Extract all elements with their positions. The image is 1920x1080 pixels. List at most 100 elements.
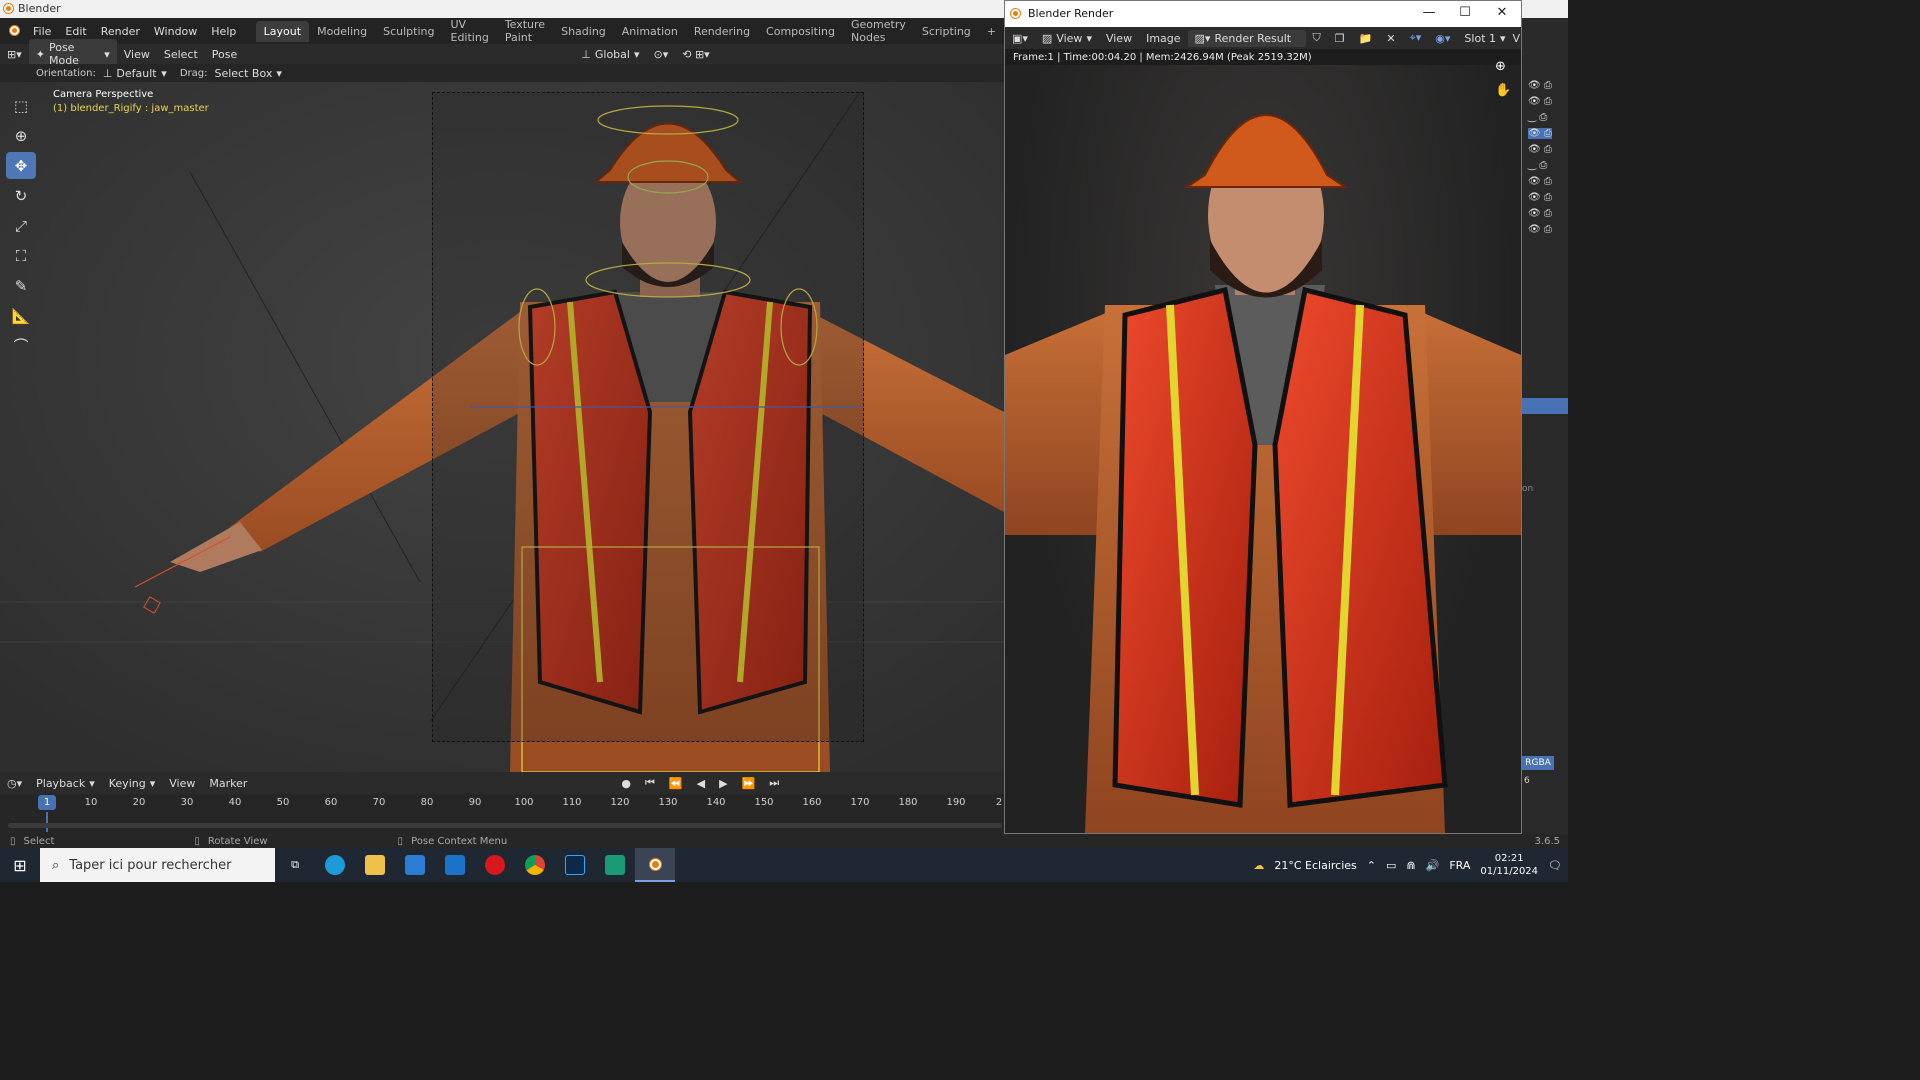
visibility-eye-icon[interactable]: 👁 ⎙ bbox=[1528, 176, 1552, 187]
select-box-tool-icon[interactable]: ⬚ bbox=[6, 92, 36, 119]
timeline-scrollbar[interactable] bbox=[8, 823, 1002, 828]
tab-scripting[interactable]: Scripting bbox=[914, 21, 979, 42]
chrome-icon[interactable] bbox=[515, 848, 555, 882]
rotate-tool-icon[interactable]: ↻ bbox=[6, 182, 36, 209]
notifications-icon[interactable]: 🗨 bbox=[1548, 859, 1562, 872]
volume-icon[interactable]: 🔊 bbox=[1426, 859, 1440, 872]
battery-icon[interactable]: ▭ bbox=[1386, 859, 1396, 872]
open-image-icon[interactable]: 📁 bbox=[1352, 30, 1380, 47]
mail-icon[interactable] bbox=[435, 848, 475, 882]
maximize-button[interactable]: ☐ bbox=[1451, 5, 1479, 20]
gizmo-toggle-icon[interactable]: ⌖▾ bbox=[1403, 29, 1429, 47]
language-indicator[interactable]: FRA bbox=[1449, 859, 1470, 872]
add-workspace-button[interactable]: + bbox=[979, 21, 1004, 42]
render-result-image[interactable] bbox=[1005, 65, 1521, 833]
file-explorer-icon[interactable] bbox=[355, 848, 395, 882]
menu-file[interactable]: File bbox=[26, 25, 58, 38]
play-reverse-icon[interactable]: ◀ bbox=[690, 775, 712, 792]
play-icon[interactable]: ▶ bbox=[712, 775, 734, 792]
tab-layout[interactable]: Layout bbox=[255, 20, 310, 42]
chevron-up-icon[interactable]: ⌃ bbox=[1367, 859, 1376, 872]
menu-timeline-view[interactable]: View bbox=[162, 775, 202, 792]
unlink-icon[interactable]: ✕ bbox=[1379, 30, 1402, 47]
scale-tool-icon[interactable]: ⤢ bbox=[6, 212, 36, 239]
visibility-eye-icon[interactable]: 👁 ⎙ bbox=[1528, 128, 1552, 139]
snap-toggle[interactable]: ⟲ ⊞▾ bbox=[675, 46, 716, 63]
visibility-eye-icon[interactable]: 👁 ⎙ bbox=[1528, 80, 1552, 91]
render-result-selector[interactable]: ▨▾ Render Result bbox=[1187, 29, 1306, 47]
minimize-button[interactable]: — bbox=[1415, 5, 1443, 20]
menu-select[interactable]: Select bbox=[157, 46, 205, 63]
close-button[interactable]: ✕ bbox=[1488, 5, 1516, 20]
visibility-eye-icon[interactable]: ‿ ⎙ bbox=[1528, 112, 1547, 123]
3d-viewport[interactable]: ⬚ ⊕ ✥ ↻ ⤢ ⛶ ✎ 📐 ⌒ Camera Perspective (1)… bbox=[0, 82, 1004, 772]
transform-orientation-dropdown[interactable]: ⊥ Global ▾ bbox=[574, 46, 646, 63]
tab-geometry-nodes[interactable]: Geometry Nodes bbox=[843, 14, 914, 48]
menu-playback[interactable]: Playback ▾ bbox=[29, 775, 102, 792]
blender-menu-icon[interactable] bbox=[0, 25, 26, 38]
visibility-eye-icon[interactable]: 👁 ⎙ bbox=[1528, 144, 1552, 155]
menu-image[interactable]: Image bbox=[1139, 30, 1187, 47]
visibility-eye-icon[interactable]: 👁 ⎙ bbox=[1528, 224, 1552, 235]
properties-active-row[interactable] bbox=[1522, 398, 1568, 414]
editor-type-icon[interactable]: ⊞▾ bbox=[0, 46, 29, 63]
blender-taskbar-icon[interactable] bbox=[635, 848, 675, 882]
network-icon[interactable]: ⋒ bbox=[1406, 859, 1415, 872]
pan-hand-icon[interactable]: ✋ bbox=[1495, 83, 1511, 98]
jump-end-icon[interactable]: ⏭ bbox=[762, 774, 786, 792]
render-window[interactable]: Blender Render — ☐ ✕ ▣▾ ▨ View ▾ View Im… bbox=[1004, 0, 1522, 834]
clock[interactable]: 02:21 01/11/2024 bbox=[1480, 852, 1538, 878]
tab-texture-paint[interactable]: Texture Paint bbox=[497, 14, 553, 48]
next-keyframe-icon[interactable]: ⏩ bbox=[735, 775, 763, 792]
weather-text[interactable]: 21°C Eclaircies bbox=[1274, 859, 1356, 872]
jump-start-icon[interactable]: ⏮ bbox=[638, 774, 662, 792]
windows-start-icon[interactable]: ⊞ bbox=[0, 848, 40, 882]
photoshop-icon[interactable] bbox=[555, 848, 595, 882]
edge-icon[interactable] bbox=[315, 848, 355, 882]
menu-pose[interactable]: Pose bbox=[205, 46, 244, 63]
tab-sculpting[interactable]: Sculpting bbox=[375, 21, 442, 42]
zoom-icon[interactable]: ⊕ bbox=[1495, 59, 1506, 74]
menu-edit[interactable]: Edit bbox=[58, 25, 93, 38]
opera-icon[interactable] bbox=[475, 848, 515, 882]
measure-tool-icon[interactable]: 📐 bbox=[6, 302, 36, 329]
visibility-eye-icon[interactable]: 👁 ⎙ bbox=[1528, 192, 1552, 203]
tab-compositing[interactable]: Compositing bbox=[758, 21, 843, 42]
menu-render[interactable]: Render bbox=[94, 25, 147, 38]
orientation-dropdown[interactable]: ⊥ Default ▾ bbox=[96, 65, 174, 82]
timeline-editor-type-icon[interactable]: ◷▾ bbox=[0, 775, 29, 792]
tab-rendering[interactable]: Rendering bbox=[686, 21, 758, 42]
record-button[interactable]: ● bbox=[614, 775, 638, 792]
image-editor-type-icon[interactable]: ▣▾ bbox=[1005, 30, 1035, 47]
transform-tool-icon[interactable]: ⛶ bbox=[6, 242, 36, 269]
annotate-tool-icon[interactable]: ✎ bbox=[6, 272, 36, 299]
overlay-toggle-icon[interactable]: ◉▾ bbox=[1428, 30, 1457, 47]
visibility-eye-icon[interactable]: 👁 ⎙ bbox=[1528, 96, 1552, 107]
menu-image-view[interactable]: View bbox=[1099, 30, 1139, 47]
visibility-eye-icon[interactable]: ‿ ⎙ bbox=[1528, 160, 1547, 171]
menu-marker[interactable]: Marker bbox=[202, 775, 254, 792]
menu-keying[interactable]: Keying ▾ bbox=[102, 775, 162, 792]
tab-modeling[interactable]: Modeling bbox=[309, 21, 375, 42]
menu-view[interactable]: View bbox=[117, 46, 157, 63]
tab-animation[interactable]: Animation bbox=[614, 21, 686, 42]
tab-uv-editing[interactable]: UV Editing bbox=[443, 14, 497, 48]
cursor-tool-icon[interactable]: ⊕ bbox=[6, 122, 36, 149]
drag-dropdown[interactable]: Select Box ▾ bbox=[207, 65, 288, 82]
taskbar-search[interactable]: ⌕ Taper ici pour rechercher bbox=[40, 848, 275, 882]
menu-window[interactable]: Window bbox=[147, 25, 204, 38]
visibility-eye-icon[interactable]: 👁 ⎙ bbox=[1528, 208, 1552, 219]
view-mode-dropdown[interactable]: ▨ View ▾ bbox=[1035, 30, 1099, 47]
marvelous-icon[interactable] bbox=[595, 848, 635, 882]
tab-shading[interactable]: Shading bbox=[553, 21, 614, 42]
pivot-point-dropdown[interactable]: ⊙▾ bbox=[647, 46, 676, 63]
task-view-icon[interactable]: ⧉ bbox=[275, 848, 315, 882]
menu-help[interactable]: Help bbox=[204, 25, 243, 38]
rgba-toggle[interactable]: RGBA bbox=[1522, 756, 1554, 770]
store-icon[interactable] bbox=[395, 848, 435, 882]
playhead[interactable]: 1 bbox=[38, 795, 56, 810]
view-layer-partial[interactable]: V bbox=[1513, 32, 1521, 45]
slot-selector[interactable]: Slot 1 ▾ bbox=[1457, 30, 1512, 47]
render-window-titlebar[interactable]: Blender Render — ☐ ✕ bbox=[1005, 1, 1521, 27]
fake-user-icon[interactable]: ⛉ bbox=[1306, 29, 1328, 47]
